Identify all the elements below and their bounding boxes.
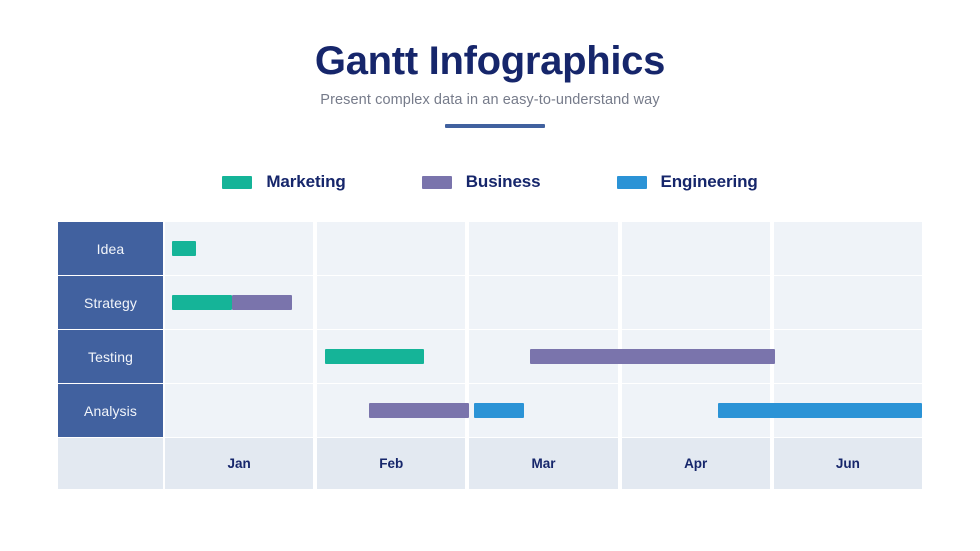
row-label-testing[interactable]: Testing xyxy=(58,330,163,383)
row-label-text: Analysis xyxy=(84,402,137,419)
gantt-cell xyxy=(773,276,922,329)
gantt-bar-marketing[interactable] xyxy=(172,241,197,256)
legend-item-label: Business xyxy=(465,172,541,191)
months-axis-track: Jan Feb Mar Apr Jun xyxy=(165,438,922,489)
page-subtitle: Present complex data in an easy-to-under… xyxy=(320,92,660,108)
gantt-cell xyxy=(165,384,314,437)
title-divider xyxy=(445,124,545,128)
month-label: Mar xyxy=(531,456,556,471)
gantt-row: Testing xyxy=(58,330,922,383)
gantt-cell xyxy=(469,276,618,329)
month-cell-mar[interactable]: Mar xyxy=(469,438,618,489)
gantt-row: Strategy xyxy=(58,276,922,329)
header: Gantt Infographics Present complex data … xyxy=(0,0,980,108)
gantt-cell xyxy=(621,276,770,329)
legend-item-label: Marketing xyxy=(266,172,346,191)
gantt-bar-business[interactable] xyxy=(530,349,776,364)
gantt-bar-marketing[interactable] xyxy=(172,295,232,310)
gantt-row-track xyxy=(165,330,922,383)
row-label-analysis[interactable]: Analysis xyxy=(58,384,163,437)
gantt-bar-marketing[interactable] xyxy=(324,349,424,364)
month-label: Jun xyxy=(835,456,860,471)
gantt-row: Analysis xyxy=(58,384,922,437)
legend-item-engineering[interactable]: Engineering xyxy=(616,172,758,192)
row-label-strategy[interactable]: Strategy xyxy=(58,276,163,329)
month-label: Feb xyxy=(379,456,404,471)
gantt-row-track xyxy=(165,222,922,275)
month-label: Apr xyxy=(684,456,708,471)
month-cell-feb[interactable]: Feb xyxy=(317,438,466,489)
row-label-text: Testing xyxy=(87,348,134,365)
gantt-cell xyxy=(773,330,922,383)
month-cell-jan[interactable]: Jan xyxy=(165,438,314,489)
months-axis: Jan Feb Mar Apr Jun xyxy=(58,438,922,489)
gantt-bar-business[interactable] xyxy=(369,403,470,418)
gantt-cell xyxy=(621,222,770,275)
gantt-cell xyxy=(317,222,466,275)
legend-item-label: Engineering xyxy=(660,172,758,191)
gantt-row: Idea xyxy=(58,222,922,275)
gantt-bar-engineering[interactable] xyxy=(717,403,922,418)
gantt-bar-engineering[interactable] xyxy=(473,403,525,418)
gantt-row-track xyxy=(165,384,922,437)
gantt-cell xyxy=(165,330,314,383)
gantt-cell xyxy=(469,222,618,275)
row-label-idea[interactable]: Idea xyxy=(58,222,163,275)
legend-swatch-icon xyxy=(616,175,647,189)
month-cell-jun[interactable]: Jun xyxy=(773,438,922,489)
row-label-text: Strategy xyxy=(84,294,137,311)
months-axis-corner xyxy=(58,438,163,489)
gantt-cell xyxy=(317,276,466,329)
month-label: Jan xyxy=(227,456,251,471)
chart-legend: Marketing Business Engineering xyxy=(0,172,980,192)
gantt-bar-business[interactable] xyxy=(231,295,293,310)
legend-item-business[interactable]: Business xyxy=(421,172,541,192)
page-title: Gantt Infographics xyxy=(314,39,666,83)
gantt-cell xyxy=(773,222,922,275)
row-label-text: Idea xyxy=(96,240,125,257)
gantt-chart: Jan Feb Mar Apr Jun Idea Strategy Testing Analy… xyxy=(58,222,922,489)
legend-item-marketing[interactable]: Marketing xyxy=(222,172,346,192)
gantt-row-track xyxy=(165,276,922,329)
legend-swatch-icon xyxy=(222,175,253,189)
legend-swatch-icon xyxy=(421,175,452,189)
month-cell-apr[interactable]: Apr xyxy=(621,438,770,489)
